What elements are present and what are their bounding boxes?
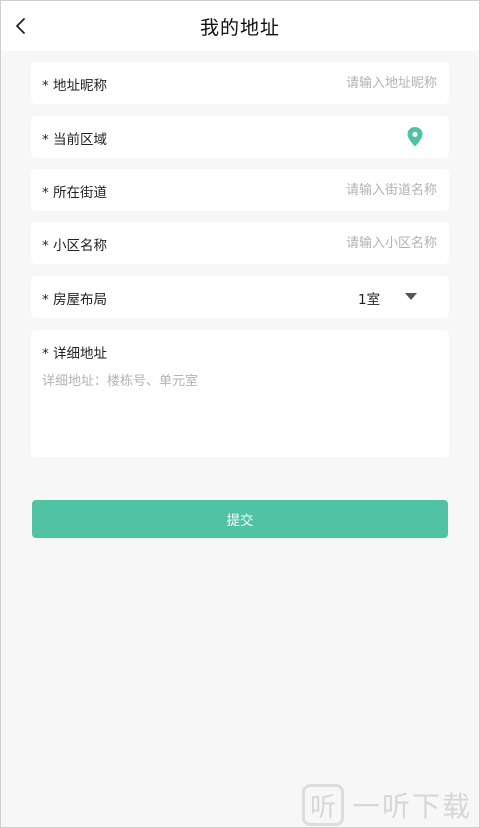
detail-address-label: * 详细地址	[42, 346, 108, 362]
house-layout-value[interactable]: 1室	[358, 288, 380, 308]
submit-button[interactable]: 提交	[32, 500, 448, 538]
region-label: * 当前区域	[42, 132, 108, 148]
navigation-bar: 我的地址	[1, 1, 479, 51]
community-input[interactable]	[237, 230, 437, 256]
page-title: 我的地址	[199, 17, 280, 39]
region-row[interactable]: * 当前区域	[31, 116, 449, 158]
detail-address-row: * 详细地址	[31, 330, 449, 457]
detail-address-input[interactable]	[42, 370, 438, 444]
caret-down-icon[interactable]	[405, 293, 417, 301]
nickname-input[interactable]	[237, 70, 437, 96]
house-layout-row[interactable]: * 房屋布局 1室	[31, 276, 449, 318]
watermark-logo: 听	[301, 784, 344, 826]
street-row: * 所在街道	[31, 169, 449, 211]
house-layout-label: * 房屋布局	[42, 292, 108, 308]
watermark-text: 一听下载	[351, 790, 472, 823]
community-row: * 小区名称	[31, 222, 449, 264]
community-label: * 小区名称	[42, 238, 108, 254]
street-label: * 所在街道	[42, 185, 108, 201]
nickname-row: * 地址昵称	[31, 62, 449, 104]
street-input[interactable]	[237, 177, 437, 203]
location-pin-icon[interactable]	[407, 127, 423, 147]
nickname-label: * 地址昵称	[42, 78, 108, 94]
watermark: 听 一听下载	[301, 784, 472, 826]
